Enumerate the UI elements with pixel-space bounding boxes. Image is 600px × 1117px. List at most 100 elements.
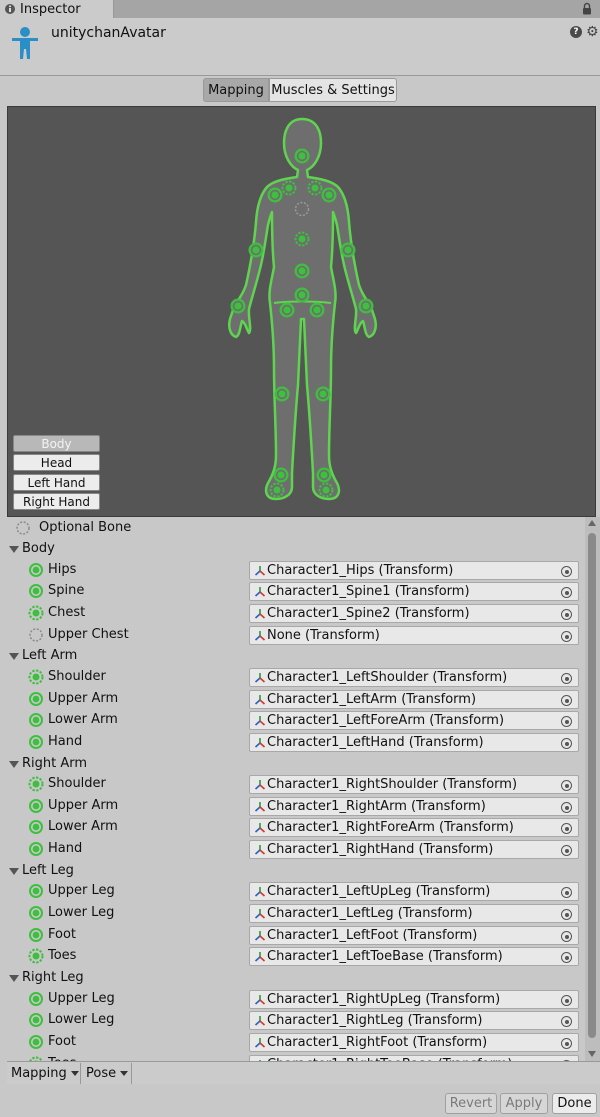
joint-marker[interactable]: [248, 242, 264, 258]
transform-object-field[interactable]: Character1_Spine2 (Transform): [249, 604, 579, 623]
tab-mapping[interactable]: Mapping: [203, 78, 269, 102]
object-picker-icon[interactable]: [561, 566, 572, 577]
lock-icon[interactable]: [582, 2, 592, 15]
pose-dropdown[interactable]: Pose: [82, 1063, 132, 1084]
object-picker-icon[interactable]: [561, 673, 572, 684]
part-button-right-hand[interactable]: Right Hand: [13, 493, 100, 510]
bone-group-header[interactable]: Left Leg: [7, 861, 585, 882]
bone-label: Shoulder: [48, 776, 106, 791]
bone-row: Foot Character1_RightFoot (Transform): [7, 1032, 585, 1053]
object-picker-icon[interactable]: [561, 909, 572, 920]
transform-icon: [254, 587, 266, 597]
help-icon[interactable]: ?: [570, 26, 582, 38]
transform-object-field[interactable]: Character1_LeftUpLeg (Transform): [249, 882, 579, 901]
joint-marker[interactable]: [273, 467, 289, 483]
joint-marker[interactable]: [309, 302, 325, 318]
part-button-body[interactable]: Body: [13, 435, 100, 452]
transform-object-field[interactable]: Character1_LeftHand (Transform): [249, 733, 579, 752]
object-picker-icon[interactable]: [561, 780, 572, 791]
joint-marker[interactable]: [294, 287, 310, 303]
joint-marker[interactable]: [267, 187, 283, 203]
object-picker-icon[interactable]: [561, 609, 572, 620]
part-button-left-hand[interactable]: Left Hand: [13, 474, 100, 491]
foldout-triangle-icon[interactable]: [9, 868, 19, 875]
object-picker-icon[interactable]: [561, 695, 572, 706]
foldout-triangle-icon[interactable]: [9, 975, 19, 982]
object-picker-icon[interactable]: [561, 1038, 572, 1049]
transform-object-field[interactable]: Character1_RightForeArm (Transform): [249, 818, 579, 837]
foldout-triangle-icon[interactable]: [9, 653, 19, 660]
tab-muscles-settings[interactable]: Muscles & Settings: [269, 78, 397, 102]
scroll-thumb[interactable]: [588, 533, 596, 1038]
transform-object-field[interactable]: Character1_LeftForeArm (Transform): [249, 711, 579, 730]
list-scrollbar[interactable]: [585, 517, 600, 1061]
transform-object-field[interactable]: Character1_LeftFoot (Transform): [249, 926, 579, 945]
transform-icon: [254, 673, 266, 683]
joint-marker[interactable]: [279, 302, 295, 318]
transform-icon: [254, 845, 266, 855]
object-picker-icon[interactable]: [561, 587, 572, 598]
joint-marker[interactable]: [230, 298, 246, 314]
transform-field-value: Character1_RightArm (Transform): [267, 799, 486, 814]
transform-object-field[interactable]: Character1_RightFoot (Transform): [249, 1033, 579, 1052]
done-button[interactable]: Done: [552, 1093, 597, 1114]
bone-group-header[interactable]: Right Leg: [7, 968, 585, 989]
transform-object-field[interactable]: Character1_RightArm (Transform): [249, 797, 579, 816]
mapping-dropdown[interactable]: Mapping: [7, 1063, 81, 1084]
scroll-up-arrow-icon[interactable]: [588, 520, 596, 526]
bone-required-icon: [29, 928, 43, 942]
bone-optional-icon: [28, 776, 44, 792]
transform-object-field[interactable]: Character1_RightShoulder (Transform): [249, 775, 579, 794]
object-picker-icon[interactable]: [561, 931, 572, 942]
transform-field-value: Character1_LeftToeBase (Transform): [267, 949, 503, 964]
object-picker-icon[interactable]: [561, 995, 572, 1006]
transform-field-value: Character1_RightForeArm (Transform): [267, 820, 514, 835]
transform-object-field[interactable]: Character1_LeftArm (Transform): [249, 690, 579, 709]
transform-object-field[interactable]: Character1_Spine1 (Transform): [249, 582, 579, 601]
transform-object-field[interactable]: Character1_RightLeg (Transform): [249, 1011, 579, 1030]
object-picker-icon[interactable]: [561, 952, 572, 963]
inspector-tab[interactable]: Inspector: [0, 0, 114, 18]
joint-marker[interactable]: [358, 298, 374, 314]
object-picker-icon[interactable]: [561, 631, 572, 642]
object-picker-icon[interactable]: [561, 802, 572, 813]
object-picker-icon[interactable]: [561, 1016, 572, 1027]
transform-object-field[interactable]: Character1_RightUpLeg (Transform): [249, 990, 579, 1009]
transform-object-field[interactable]: Character1_Hips (Transform): [249, 561, 579, 580]
joint-marker[interactable]: [340, 242, 356, 258]
bone-group-header[interactable]: Body: [7, 539, 585, 560]
transform-object-field[interactable]: Character1_LeftToeBase (Transform): [249, 947, 579, 966]
gear-icon[interactable]: ⚙: [586, 24, 599, 40]
object-picker-icon[interactable]: [561, 716, 572, 727]
transform-icon: [254, 631, 266, 641]
object-picker-icon[interactable]: [561, 823, 572, 834]
joint-marker[interactable]: [321, 187, 337, 203]
part-button-head[interactable]: Head: [13, 454, 100, 471]
joint-marker[interactable]: [274, 386, 290, 402]
transform-object-field[interactable]: Character1_LeftShoulder (Transform): [249, 668, 579, 687]
object-picker-icon[interactable]: [561, 738, 572, 749]
scroll-down-arrow-icon[interactable]: [588, 1051, 596, 1057]
revert-button[interactable]: Revert: [445, 1093, 497, 1114]
caret-down-icon: [120, 1071, 129, 1076]
bone-label: Lower Leg: [48, 905, 115, 920]
joint-marker[interactable]: [316, 467, 332, 483]
foldout-triangle-icon[interactable]: [9, 546, 19, 553]
transform-icon: [254, 738, 266, 748]
foldout-triangle-icon[interactable]: [9, 761, 19, 768]
joint-marker[interactable]: [294, 148, 310, 164]
transform-icon: [254, 1016, 266, 1026]
transform-object-field[interactable]: Character1_RightHand (Transform): [249, 840, 579, 859]
bone-group-header[interactable]: Right Arm: [7, 754, 585, 775]
bone-group-header[interactable]: Left Arm: [7, 646, 585, 667]
object-picker-icon[interactable]: [561, 845, 572, 856]
transform-object-field[interactable]: Character1_LeftLeg (Transform): [249, 904, 579, 923]
bone-row: Upper Arm Character1_LeftArm (Transform): [7, 689, 585, 710]
object-picker-icon[interactable]: [561, 887, 572, 898]
joint-marker[interactable]: [315, 386, 331, 402]
pose-dropdown-label: Pose: [86, 1066, 117, 1081]
joint-marker[interactable]: [294, 263, 310, 279]
transform-object-field[interactable]: None (Transform): [249, 626, 579, 645]
silhouette-outline: [228, 117, 377, 501]
apply-button[interactable]: Apply: [500, 1093, 548, 1114]
